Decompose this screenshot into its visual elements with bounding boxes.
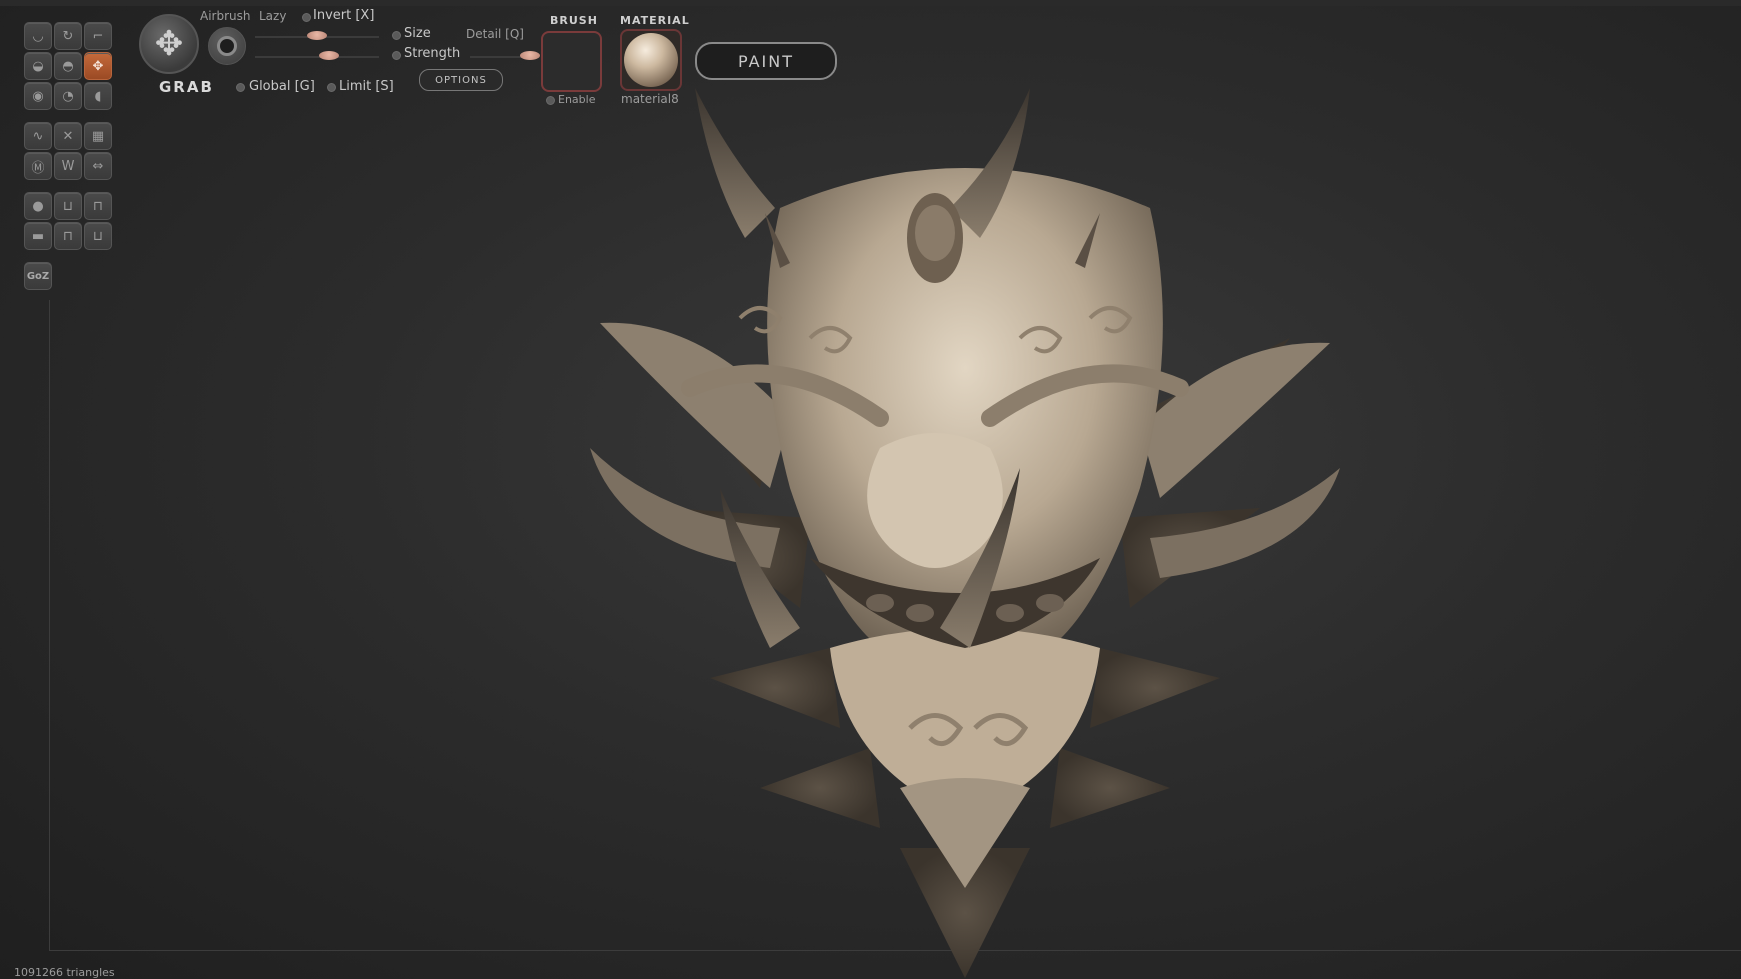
material-sphere-icon <box>624 33 678 87</box>
size-radio[interactable] <box>392 31 401 40</box>
move-tool-icon[interactable]: ⇔ <box>84 152 112 180</box>
left-horn <box>695 88 775 238</box>
brush-section-title: BRUSH <box>550 14 598 27</box>
third-eye-iris <box>915 205 955 261</box>
size-label: Size <box>404 26 431 41</box>
right-ear <box>1140 342 1330 498</box>
rotate-tool-icon[interactable]: ↻ <box>54 22 82 50</box>
invert-label[interactable]: Invert [X] <box>313 8 374 23</box>
left-ear <box>600 322 790 488</box>
knife-tool-icon[interactable]: ✕ <box>54 122 82 150</box>
brush-name: GRAB <box>159 78 214 96</box>
airbrush-label[interactable]: Airbrush <box>200 9 251 23</box>
strength-slider-track[interactable] <box>255 56 379 58</box>
inflate-tool-icon[interactable]: ◒ <box>24 52 52 80</box>
crease-tool-icon[interactable]: W <box>54 152 82 180</box>
blob-tool-icon[interactable]: ◔ <box>54 82 82 110</box>
detail-slider-knob[interactable] <box>520 51 540 60</box>
lock-icon[interactable]: ⊓ <box>54 222 82 250</box>
clay-tool-icon[interactable]: ◡ <box>24 22 52 50</box>
stroke-selector[interactable] <box>208 27 246 65</box>
strength-slider-knob[interactable] <box>319 51 340 60</box>
title-bar <box>0 0 1741 6</box>
unlock-icon[interactable]: ⊔ <box>84 222 112 250</box>
material-slot[interactable] <box>620 29 682 91</box>
enable-radio[interactable] <box>546 96 555 105</box>
lazy-label[interactable]: Lazy <box>259 9 286 23</box>
mask-tool-icon[interactable]: ▦ <box>84 122 112 150</box>
plane-tool-icon[interactable]: ▬ <box>24 222 52 250</box>
symmetry-y-icon[interactable]: ⊓ <box>84 192 112 220</box>
material-section-title: MATERIAL <box>620 14 690 27</box>
strength-label: Strength <box>404 46 461 61</box>
flatten-tool-icon[interactable]: ◖ <box>84 82 112 110</box>
brush-move-icon[interactable]: ✥ <box>139 14 199 74</box>
smooth-tool-icon[interactable]: ◓ <box>54 52 82 80</box>
triangle-count: 1091266 triangles <box>14 966 115 979</box>
options-button[interactable]: OPTIONS <box>419 69 503 91</box>
paint-button[interactable]: PAINT <box>695 42 837 80</box>
global-label[interactable]: Global [G] <box>249 79 315 94</box>
limit-label[interactable]: Limit [S] <box>339 79 394 94</box>
global-radio[interactable] <box>236 83 245 92</box>
sphere-tool-icon[interactable]: ● <box>24 192 52 220</box>
size-slider-knob[interactable] <box>307 31 327 40</box>
symmetry-x-icon[interactable]: ⊔ <box>54 192 82 220</box>
pinch-tool-icon[interactable]: ◉ <box>24 82 52 110</box>
sculpted-demon-head[interactable] <box>580 88 1350 978</box>
goz-button[interactable]: GoZ <box>24 262 52 290</box>
brush-slot[interactable] <box>541 31 602 92</box>
smear-tool-icon[interactable]: Ⓜ <box>24 152 52 180</box>
invert-radio[interactable] <box>302 13 311 22</box>
grab-tool-icon[interactable]: ✥ <box>84 52 112 80</box>
crop-tool-icon[interactable]: ⌐ <box>84 22 112 50</box>
limit-radio[interactable] <box>327 83 336 92</box>
stroke-dot-icon <box>217 36 237 56</box>
detail-label[interactable]: Detail [Q] <box>466 27 524 41</box>
strength-radio[interactable] <box>392 51 401 60</box>
curve-tool-icon[interactable]: ∿ <box>24 122 52 150</box>
